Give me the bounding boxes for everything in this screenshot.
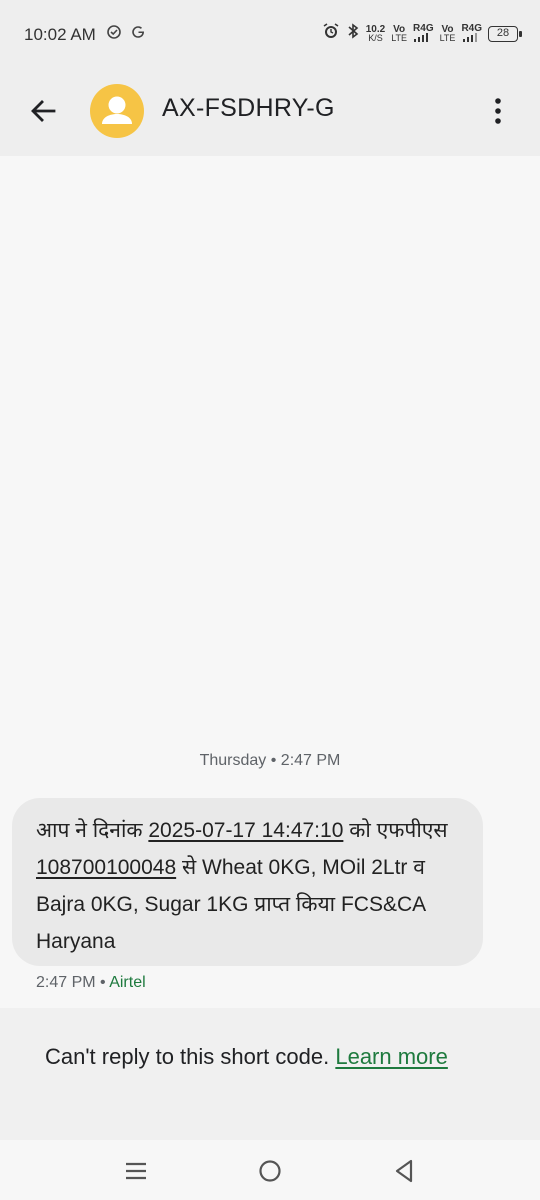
network-speed: 10.2 K/S xyxy=(366,24,385,43)
status-time: 10:02 AM xyxy=(24,25,96,44)
message-text-part1: आप ने दिनांक xyxy=(36,819,149,842)
sim1-volte: Vo LTE xyxy=(391,24,408,43)
message-date-link[interactable]: 2025-07-17 14:47:10 xyxy=(148,819,343,842)
reply-notice-text: Can't reply to this short code. xyxy=(45,1044,336,1069)
bluetooth-icon xyxy=(346,22,360,45)
sim2-signal: R4G xyxy=(461,22,482,44)
message-number-link[interactable]: 108700100048 xyxy=(36,856,176,879)
contact-title[interactable]: AX-FSDHRY-G xyxy=(162,94,335,123)
triangle-back-icon xyxy=(395,1159,413,1183)
message-time: 2:47 PM xyxy=(36,974,96,991)
menu-lines-icon xyxy=(126,1162,146,1180)
sim1-net: R4G xyxy=(413,22,434,34)
message-text-part2: को एफपीएस xyxy=(343,819,448,842)
message-carrier: Airtel xyxy=(109,974,146,991)
meta-separator: • xyxy=(95,974,110,991)
learn-more-link[interactable]: Learn more xyxy=(335,1044,448,1069)
google-icon xyxy=(130,24,146,45)
nav-back-button[interactable] xyxy=(389,1156,419,1186)
message-meta: 2:47 PM • Airtel xyxy=(36,974,146,992)
back-button[interactable] xyxy=(26,94,60,128)
sim2-net: R4G xyxy=(461,22,482,34)
message-bubble[interactable]: आप ने दिनांक 2025-07-17 14:47:10 को एफपी… xyxy=(12,798,483,966)
sim1-signal: R4G xyxy=(413,22,434,44)
sim1-lte: LTE xyxy=(391,32,408,43)
status-right-icons: 10.2 K/S Vo LTE R4G Vo LTE R4G 28 xyxy=(322,22,522,45)
check-circle-icon xyxy=(106,24,122,45)
battery-indicator: 28 xyxy=(488,25,522,42)
sim2-lte: LTE xyxy=(439,32,456,43)
reply-notice: Can't reply to this short code. Learn mo… xyxy=(45,1038,485,1075)
avatar[interactable] xyxy=(90,84,144,138)
person-icon xyxy=(102,96,132,124)
conversation-header: AX-FSDHRY-G xyxy=(0,70,540,156)
circle-home-icon xyxy=(259,1160,281,1182)
status-bar: 10:02 AM 10.2 K/S Vo LTE R4G Vo LTE R4G … xyxy=(0,0,540,70)
system-nav-bar xyxy=(0,1140,540,1200)
home-button[interactable] xyxy=(255,1156,285,1186)
speed-unit: K/S xyxy=(368,32,383,43)
reply-notice-area: Can't reply to this short code. Learn mo… xyxy=(0,1008,540,1140)
more-options-button[interactable] xyxy=(486,94,510,128)
recents-button[interactable] xyxy=(121,1156,151,1186)
date-separator: Thursday • 2:47 PM xyxy=(199,752,341,769)
status-left-icons xyxy=(106,24,146,45)
signal-bars-icon xyxy=(414,32,429,42)
sim2-volte: Vo LTE xyxy=(439,24,456,43)
alarm-icon xyxy=(322,22,340,45)
signal-bars-icon xyxy=(462,32,477,42)
more-vert-icon xyxy=(495,98,501,124)
arrow-back-icon xyxy=(31,100,56,122)
